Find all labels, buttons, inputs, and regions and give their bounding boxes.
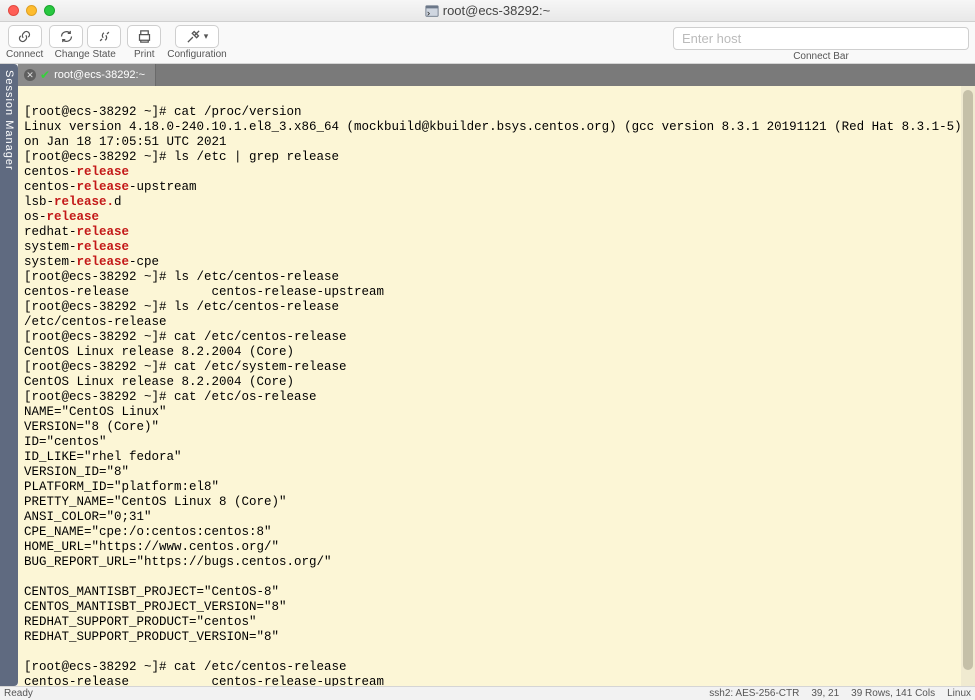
term-line: redhat-release <box>24 225 129 239</box>
term-line: ID="centos" <box>24 435 107 449</box>
status-size: 39 Rows, 141 Cols <box>851 688 935 699</box>
term-line: centos-release-upstream <box>24 180 197 194</box>
term-line: NAME="CentOS Linux" <box>24 405 167 419</box>
term-line: CentOS Linux release 8.2.2004 (Core) <box>24 345 294 359</box>
scrollbar-thumb[interactable] <box>963 90 973 670</box>
term-line: VERSION="8 (Core)" <box>24 420 159 434</box>
terminal-app-icon <box>425 4 439 18</box>
term-line: PRETTY_NAME="CentOS Linux 8 (Core)" <box>24 495 287 509</box>
connect-bar-label: Connect Bar <box>793 51 849 62</box>
term-line: on Jan 18 17:05:51 UTC 2021 <box>24 135 227 149</box>
status-ready: Ready <box>4 688 33 699</box>
host-input[interactable] <box>673 27 969 50</box>
term-line: Linux version 4.18.0-240.10.1.el8_3.x86_… <box>24 120 975 134</box>
configuration-button[interactable]: ▾ <box>175 25 219 48</box>
configuration-label: Configuration <box>167 49 226 60</box>
tab-bar: ✕ ✔ root@ecs-38292:~ <box>18 64 975 86</box>
term-line: REDHAT_SUPPORT_PRODUCT_VERSION="8" <box>24 630 279 644</box>
term-line: [root@ecs-38292 ~]# cat /etc/centos-rele… <box>24 330 347 344</box>
session-manager-handle[interactable]: Session Manager <box>0 64 18 686</box>
status-cursor: 39, 21 <box>811 688 839 699</box>
term-line: ID_LIKE="rhel fedora" <box>24 450 182 464</box>
print-label: Print <box>134 49 155 60</box>
term-line: centos-release <box>24 165 129 179</box>
term-line: BUG_REPORT_URL="https://bugs.centos.org/… <box>24 555 332 569</box>
titlebar: root@ecs-38292:~ <box>0 0 975 22</box>
session-manager-label: Session Manager <box>3 70 15 171</box>
toolbar: Connect Change State Print ▾ Configur <box>0 22 975 64</box>
session-tab[interactable]: ✕ ✔ root@ecs-38292:~ <box>18 64 156 86</box>
term-line: REDHAT_SUPPORT_PRODUCT="centos" <box>24 615 257 629</box>
term-line: CENTOS_MANTISBT_PROJECT_VERSION="8" <box>24 600 287 614</box>
term-line: /etc/centos-release <box>24 315 167 329</box>
term-line: ANSI_COLOR="0;31" <box>24 510 152 524</box>
term-line: system-release <box>24 240 129 254</box>
term-line: centos-release centos-release-upstream <box>24 285 384 299</box>
print-group: Print <box>127 25 161 60</box>
term-line: VERSION_ID="8" <box>24 465 129 479</box>
print-button[interactable] <box>127 25 161 48</box>
term-line: centos-release centos-release-upstream <box>24 675 384 686</box>
term-line: [root@ecs-38292 ~]# cat /etc/os-release <box>24 390 317 404</box>
change-state-label: Change State <box>55 49 116 60</box>
change-state-group: Change State <box>49 25 121 60</box>
connect-bar-group: Connect Bar <box>673 24 969 62</box>
window-title-text: root@ecs-38292:~ <box>443 3 551 18</box>
window-title: root@ecs-38292:~ <box>0 3 975 18</box>
term-line: [root@ecs-38292 ~]# ls /etc | grep relea… <box>24 150 339 164</box>
main-area: Session Manager ✕ ✔ root@ecs-38292:~ [ro… <box>0 64 975 686</box>
status-cipher: ssh2: AES-256-CTR <box>709 688 799 699</box>
term-line: CentOS Linux release 8.2.2004 (Core) <box>24 375 294 389</box>
change-state-button-2[interactable] <box>87 25 121 48</box>
term-line: system-release-cpe <box>24 255 159 269</box>
term-line: CPE_NAME="cpe:/o:centos:centos:8" <box>24 525 272 539</box>
term-line: CENTOS_MANTISBT_PROJECT="CentOS-8" <box>24 585 279 599</box>
connect-group: Connect <box>6 25 43 60</box>
term-line: [root@ecs-38292 ~]# ls /etc/centos-relea… <box>24 300 339 314</box>
term-line: PLATFORM_ID="platform:el8" <box>24 480 219 494</box>
terminal[interactable]: [root@ecs-38292 ~]# cat /proc/version Li… <box>18 86 975 686</box>
connect-button[interactable] <box>8 25 42 48</box>
connected-check-icon: ✔ <box>40 68 50 82</box>
status-os: Linux <box>947 688 971 699</box>
close-tab-icon[interactable]: ✕ <box>24 69 36 81</box>
tab-label: root@ecs-38292:~ <box>54 69 145 81</box>
term-line: [root@ecs-38292 ~]# cat /proc/version <box>24 105 302 119</box>
configuration-group: ▾ Configuration <box>167 25 226 60</box>
status-bar: Ready ssh2: AES-256-CTR 39, 21 39 Rows, … <box>0 686 975 700</box>
connect-label: Connect <box>6 49 43 60</box>
term-line: [root@ecs-38292 ~]# cat /etc/system-rele… <box>24 360 347 374</box>
term-line: [root@ecs-38292 ~]# cat /etc/centos-rele… <box>24 660 347 674</box>
change-state-button-1[interactable] <box>49 25 83 48</box>
vertical-scrollbar[interactable] <box>961 86 975 686</box>
terminal-area: ✕ ✔ root@ecs-38292:~ [root@ecs-38292 ~]#… <box>18 64 975 686</box>
term-line: HOME_URL="https://www.centos.org/" <box>24 540 279 554</box>
term-line: os-release <box>24 210 99 224</box>
term-line: lsb-release.d <box>24 195 122 209</box>
term-line: [root@ecs-38292 ~]# ls /etc/centos-relea… <box>24 270 339 284</box>
